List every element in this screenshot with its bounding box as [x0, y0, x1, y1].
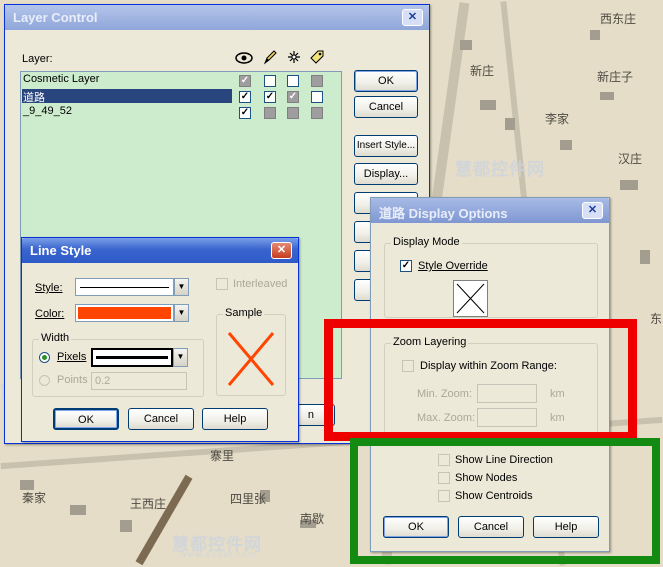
points-label: Points [57, 374, 88, 386]
pixel-width-select[interactable] [91, 348, 173, 367]
width-group: Width Pixels ▼ Points 0.2 [32, 332, 204, 397]
pencil-icon [263, 50, 277, 65]
points-value: 0.2 [95, 375, 111, 387]
visible-checkbox[interactable]: ✓ [239, 91, 251, 103]
insert-style-button[interactable]: Insert Style... [354, 135, 418, 157]
map-label: 南歇 [300, 512, 325, 526]
close-icon[interactable]: ✕ [402, 9, 423, 26]
style-label: Style: [35, 282, 63, 294]
dialog-title: 道路 Display Options [379, 206, 508, 221]
label-checkbox[interactable] [311, 91, 323, 103]
cancel-button[interactable]: Cancel [354, 96, 418, 118]
style-select[interactable] [75, 278, 174, 296]
layer-name: _9_49_52 [23, 105, 72, 117]
close-icon[interactable]: ✕ [582, 202, 603, 219]
watermark-url: www.evget.com [180, 550, 257, 559]
selectable-checkbox[interactable] [287, 75, 299, 87]
layer-row[interactable]: _9_49_52 [22, 105, 232, 118]
select-icon [288, 51, 300, 63]
map-label: 西东庄 [600, 12, 637, 26]
layer-row-selected[interactable]: 道路 [22, 89, 232, 104]
visible-checkbox[interactable]: ✓ [239, 107, 251, 119]
watermark: 慧都控件网 [455, 160, 545, 180]
layer-control-titlebar[interactable]: Layer Control ✕ [5, 5, 429, 30]
chevron-down-icon[interactable]: ▼ [173, 348, 188, 367]
red-highlight-box [324, 319, 637, 441]
map-label: 新庄 [470, 64, 495, 78]
sample-preview-icon [227, 332, 275, 386]
map-label: 汉庄 [618, 152, 643, 166]
map-label: 王西庄 [130, 497, 167, 511]
dialog-title: Line Style [30, 243, 92, 258]
chevron-down-icon[interactable]: ▼ [174, 278, 189, 296]
eye-icon [235, 52, 253, 64]
ok-button[interactable]: OK [354, 70, 418, 92]
editable-checkbox[interactable]: ✓ [264, 91, 276, 103]
display-options-titlebar[interactable]: 道路 Display Options ✕ [371, 198, 609, 223]
selectable-checkbox[interactable]: ✓ [287, 91, 299, 103]
interleaved-label: Interleaved [233, 278, 288, 290]
points-input[interactable]: 0.2 [91, 372, 187, 390]
display-mode-label: Display Mode [391, 236, 462, 248]
layer-row[interactable]: Cosmetic Layer [22, 73, 232, 86]
help-button[interactable]: Help [202, 408, 268, 430]
style-preview-button[interactable] [453, 280, 488, 317]
sample-group-label: Sample [223, 307, 265, 319]
map-label: 秦家 [22, 491, 47, 505]
layer-name: Cosmetic Layer [23, 73, 100, 85]
layer-name: 道路 [23, 92, 45, 104]
pixels-radio[interactable] [39, 352, 50, 363]
map-label: 新庄子 [597, 70, 634, 84]
map-label: 李家 [545, 112, 570, 126]
layer-header-label: Layer: [22, 53, 53, 65]
visible-checkbox[interactable]: ✓ [239, 75, 251, 87]
color-label: Color: [35, 308, 65, 320]
display-button[interactable]: Display... [354, 163, 418, 185]
map-label: 四里张 [230, 492, 267, 506]
style-override-checkbox[interactable]: ✓ [400, 260, 412, 272]
editable-checkbox[interactable] [264, 107, 276, 119]
chevron-down-icon[interactable]: ▼ [174, 304, 189, 322]
selectable-checkbox[interactable] [287, 107, 299, 119]
width-group-label: Width [39, 332, 72, 344]
cancel-button[interactable]: Cancel [128, 408, 194, 430]
interleaved-checkbox[interactable] [216, 278, 228, 290]
close-icon[interactable]: ✕ [271, 242, 292, 259]
line-style-dialog: Line Style ✕ Style: ▼ Color: ▼ Interleav… [21, 237, 299, 442]
editable-checkbox[interactable] [264, 75, 276, 87]
display-mode-group: Display Mode ✓ Style Override [384, 236, 598, 318]
label-checkbox[interactable] [311, 75, 323, 87]
style-preview-icon [456, 283, 485, 314]
style-override-label: Style Override [418, 260, 488, 272]
pixels-label: Pixels [57, 351, 87, 363]
map-label: 东 [650, 312, 663, 326]
green-highlight-box [350, 438, 660, 564]
width-preview [96, 356, 168, 359]
ok-button[interactable]: OK [53, 408, 119, 430]
sample-group: Sample [216, 307, 286, 396]
label-icon [310, 50, 324, 64]
dialog-title: Layer Control [13, 10, 98, 25]
label-checkbox[interactable] [311, 107, 323, 119]
map-label: 寨里 [210, 449, 235, 463]
style-line-preview [80, 287, 169, 288]
color-swatch [78, 307, 171, 319]
points-radio[interactable] [39, 375, 50, 386]
line-style-titlebar[interactable]: Line Style ✕ [22, 238, 298, 263]
color-select[interactable] [75, 304, 174, 322]
